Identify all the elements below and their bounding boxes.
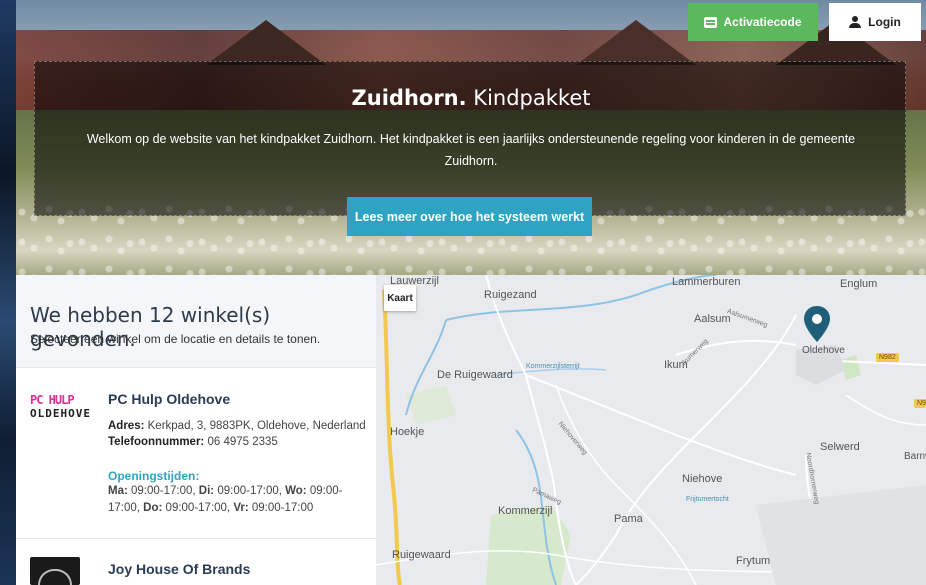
map-water-name: Kommerzijlsterrijt (526, 363, 580, 370)
login-button[interactable]: Login (829, 3, 921, 41)
hours-title: Openingstijden: (108, 469, 200, 483)
map-place-label: Lammerburen (672, 276, 741, 288)
map-place-label: De Ruigewaard (437, 369, 513, 381)
map-type-kaart-button[interactable]: Kaart (384, 285, 416, 311)
store-item[interactable]: Joy House Of Brands (16, 539, 376, 585)
hours-time: 09:00-17:00 (217, 485, 279, 497)
store-address: Adres: Kerkpad, 3, 9883PK, Oldehove, Ned… (108, 418, 366, 450)
hours-time: 09:00-17:00 (165, 502, 227, 514)
hours-day: Wo: (285, 485, 307, 497)
hero-roof (206, 20, 326, 65)
store-name: PC Hulp Oldehove (108, 391, 231, 407)
store-logo (30, 557, 80, 585)
store-item[interactable]: PC HULP OLDEHOVE PC Hulp Oldehove Adres:… (16, 369, 376, 537)
hero-description: Welkom op de website van het kindpakket … (86, 132, 856, 168)
hours-time: 09:00-17:00 (251, 502, 314, 514)
map-place-label: Englum (840, 278, 878, 290)
map-place-label: Aalsum (694, 313, 731, 325)
store-logo-arc (38, 569, 72, 585)
store-logo: PC HULP OLDEHOVE (30, 393, 94, 433)
activation-code-label: Activatiecode (723, 15, 802, 29)
map-place-label: Ruigewaard (392, 549, 451, 561)
map-place-label: Hoekje (390, 426, 425, 438)
map-canvas (376, 275, 926, 585)
hours-day: Ma: (108, 485, 128, 497)
map[interactable]: Kaart Lauwerzijl Ruigezand Lammerburen E… (376, 275, 926, 585)
road-badge: N982 (876, 353, 899, 362)
map-place-label: Lauwerzijl (390, 275, 439, 287)
card-icon (704, 16, 718, 28)
store-logo-top: PC HULP (30, 393, 75, 407)
map-water-name: Frijtumertocht (686, 496, 729, 503)
map-place-label: Pama (614, 513, 643, 525)
learn-more-button[interactable]: Lees meer over hoe het systeem werkt (347, 197, 592, 236)
address-value: Kerkpad, 3, 9883PK, Oldehove, Nederland (147, 420, 366, 432)
map-place-label: Ruigezand (484, 289, 537, 301)
map-place-label: Selwerd (820, 441, 860, 453)
map-place-label: Barnw (904, 451, 926, 462)
map-place-label: Oldehove (802, 345, 845, 356)
map-place-label: Frytum (736, 555, 771, 567)
activation-code-button[interactable]: Activatiecode (688, 3, 818, 41)
map-place-label: Kommerzijl (498, 505, 553, 517)
address-label: Adres: (108, 420, 145, 432)
store-logo-bottom: OLDEHOVE (30, 407, 91, 420)
hours-day: Di: (198, 485, 215, 497)
results-header: We hebben 12 winkel(s) gevonden. Selecte… (16, 275, 376, 368)
background-strip (0, 0, 16, 585)
phone-label: Telefoonnummer: (108, 436, 205, 448)
hours-list: Ma: 09:00-17:00, Di: 09:00-17:00, Wo: 09… (108, 485, 343, 514)
store-name: Joy House Of Brands (108, 561, 251, 577)
hours-day: Do: (143, 502, 163, 514)
hero-roof (576, 20, 696, 65)
results-subtitle: Selecteer een winkel om de locatie en de… (30, 332, 321, 346)
hero-title-bold: Zuidhorn. (351, 86, 467, 110)
map-place-label: Niehove (682, 473, 723, 485)
phone-value: 06 4975 2335 (207, 436, 278, 448)
hero-banner: Zuidhorn. Kindpakket Welkom op de websit… (16, 0, 926, 275)
hero-title: Zuidhorn. Kindpakket (16, 86, 926, 110)
login-label: Login (868, 15, 901, 29)
hours-time: 09:00-17:00 (131, 485, 193, 497)
map-shade (756, 485, 926, 585)
hours-day: Vr: (233, 502, 249, 514)
road-badge: N9 (914, 399, 926, 408)
user-icon (849, 16, 862, 28)
map-marker-icon[interactable] (804, 306, 830, 342)
store-list-panel: We hebben 12 winkel(s) gevonden. Selecte… (16, 275, 376, 585)
hero-title-rest: Kindpakket (473, 86, 591, 110)
